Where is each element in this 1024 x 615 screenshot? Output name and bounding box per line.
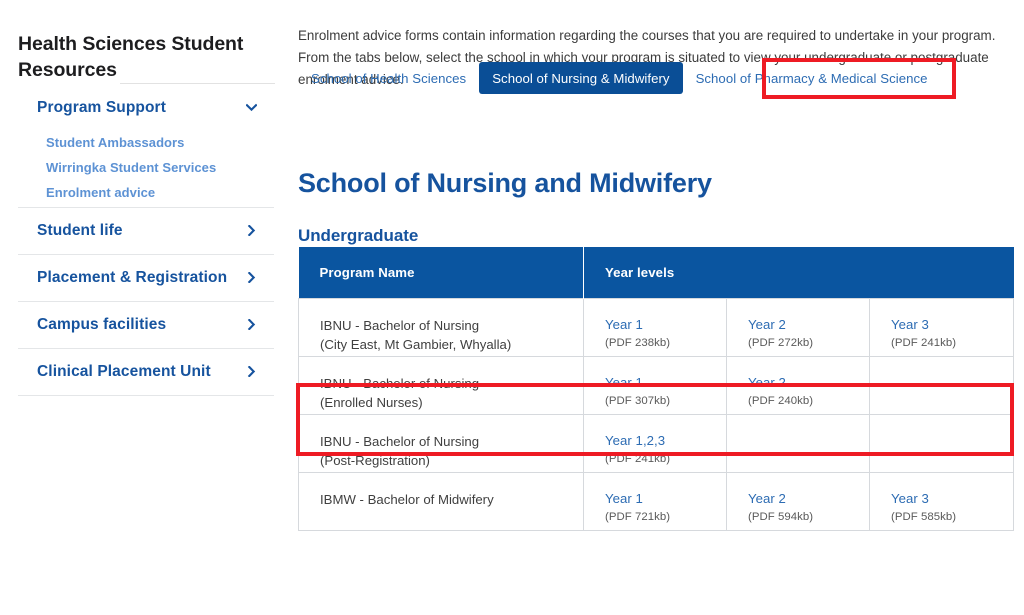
table-row: IBNU - Bachelor of Nursing (City East, M…: [298, 298, 1014, 357]
program-name-line2: (City East, Mt Gambier, Whyalla): [320, 337, 512, 353]
program-name-line2: (Post-Registration): [320, 453, 430, 469]
sidebar-item-placement-registration[interactable]: Placement & Registration: [18, 254, 274, 301]
sidebar-item-wirringka-student-services[interactable]: Wirringka Student Services: [18, 155, 274, 180]
table-row: IBMW - Bachelor of Midwifery Year 1 (PDF…: [298, 472, 1014, 531]
sidebar-item-label: Student life: [37, 222, 123, 239]
cell-year-1: Year 1 (PDF 238kb): [583, 298, 727, 357]
year-link[interactable]: Year 1: [605, 316, 726, 334]
tab-school-of-pharmacy-medical-science[interactable]: School of Pharmacy & Medical Science: [683, 62, 941, 94]
tab-label: School of Health Sciences: [311, 70, 467, 86]
school-tabs: School of Health Sciences School of Nurs…: [298, 62, 941, 94]
tab-label: School of Nursing & Midwifery: [492, 70, 670, 86]
cell-program-name: IBNU - Bachelor of Nursing (Enrolled Nur…: [298, 356, 584, 415]
sidebar-item-student-ambassadors[interactable]: Student Ambassadors: [18, 130, 274, 155]
year-link[interactable]: Year 3: [891, 490, 1013, 508]
sidebar-item-clinical-placement-unit[interactable]: Clinical Placement Unit: [18, 348, 274, 395]
cell-year-1: Year 1 (PDF 721kb): [583, 472, 727, 531]
sidebar-item-student-life[interactable]: Student life: [18, 207, 274, 254]
column-header-year-levels: Year levels: [583, 247, 1014, 299]
cell-year-2: Year 2 (PDF 594kb): [726, 472, 870, 531]
program-name-line1: IBMW - Bachelor of Midwifery: [320, 492, 494, 507]
table-row: IBNU - Bachelor of Nursing (Enrolled Nur…: [298, 356, 1014, 415]
sidebar-item-program-support[interactable]: Program Support: [18, 84, 274, 131]
table-header-row: Program Name Year levels: [298, 247, 1014, 299]
tab-label: School of Pharmacy & Medical Science: [695, 70, 928, 86]
sidebar-item-label: Program Support: [37, 98, 166, 116]
cell-year-3: Year 3 (PDF 585kb): [869, 472, 1014, 531]
column-header-program-name: Program Name: [298, 247, 584, 299]
cell-year-3-empty: [869, 414, 1014, 473]
year-link[interactable]: Year 2: [748, 316, 869, 334]
sidebar-subitem-label: Student Ambassadors: [46, 135, 185, 150]
cell-year-2: Year 2 (PDF 272kb): [726, 298, 870, 357]
program-name-line2: (Enrolled Nurses): [320, 395, 423, 411]
sidebar-item-label: Clinical Placement Unit: [37, 363, 211, 380]
sidebar-item-label: Placement & Registration: [37, 269, 228, 286]
chevron-right-icon[interactable]: [246, 272, 257, 283]
cell-year-2: Year 2 (PDF 240kb): [726, 356, 870, 415]
sidebar-item-program-support-group: Program Support: [18, 84, 274, 131]
year-link[interactable]: Year 1,2,3: [605, 432, 726, 450]
year-file-size: (PDF 307kb): [605, 394, 671, 407]
year-file-size: (PDF 721kb): [605, 510, 671, 523]
sidebar: Health Sciences Student Resources Progra…: [0, 0, 292, 615]
cell-program-name: IBMW - Bachelor of Midwifery: [298, 472, 584, 531]
year-link[interactable]: Year 3: [891, 316, 1013, 334]
cell-year-1: Year 1 (PDF 307kb): [583, 356, 727, 415]
chevron-down-icon[interactable]: [246, 102, 257, 113]
sidebar-item-enrolment-advice[interactable]: Enrolment advice: [18, 180, 274, 205]
tab-school-of-nursing-midwifery[interactable]: School of Nursing & Midwifery: [479, 62, 683, 94]
sidebar-bottom-divider: [18, 395, 274, 396]
sidebar-collapsed-items: Student life Placement & Registration Ca…: [18, 207, 274, 396]
year-file-size: (PDF 241kb): [605, 452, 671, 465]
sidebar-subitem-label: Enrolment advice: [46, 185, 156, 200]
sidebar-subnav: Student Ambassadors Wirringka Student Se…: [18, 130, 274, 205]
cell-program-name: IBNU - Bachelor of Nursing (City East, M…: [298, 298, 584, 357]
sidebar-item-campus-facilities[interactable]: Campus facilities: [18, 301, 274, 348]
table-row: IBNU - Bachelor of Nursing (Post-Registr…: [298, 414, 1014, 473]
sidebar-title: Health Sciences Student Resources: [18, 33, 244, 81]
year-file-size: (PDF 585kb): [891, 510, 957, 523]
cell-program-name: IBNU - Bachelor of Nursing (Post-Registr…: [298, 414, 584, 473]
cell-year-2-empty: [726, 414, 870, 473]
chevron-right-icon[interactable]: [246, 366, 257, 377]
year-link[interactable]: Year 1: [605, 374, 726, 392]
year-file-size: (PDF 241kb): [891, 336, 957, 349]
program-name-line1: IBNU - Bachelor of Nursing: [320, 434, 480, 449]
year-file-size: (PDF 238kb): [605, 336, 671, 349]
year-link[interactable]: Year 2: [748, 374, 869, 392]
main-content: Enrolment advice forms contain informati…: [292, 0, 1024, 615]
cell-year-3: Year 3 (PDF 241kb): [869, 298, 1014, 357]
program-name-line1: IBNU - Bachelor of Nursing: [320, 318, 480, 333]
chevron-right-icon[interactable]: [246, 225, 257, 236]
section-title-undergraduate: Undergraduate: [298, 226, 419, 246]
cell-year-3-empty: [869, 356, 1014, 415]
year-file-size: (PDF 594kb): [748, 510, 814, 523]
sidebar-subitem-label: Wirringka Student Services: [46, 160, 217, 175]
year-link[interactable]: Year 1: [605, 490, 726, 508]
year-link[interactable]: Year 2: [748, 490, 869, 508]
page-title: School of Nursing and Midwifery: [298, 168, 712, 199]
sidebar-item-label: Campus facilities: [37, 316, 167, 333]
cell-year-1: Year 1,2,3 (PDF 241kb): [583, 414, 727, 473]
year-file-size: (PDF 272kb): [748, 336, 814, 349]
tab-school-of-health-sciences[interactable]: School of Health Sciences: [298, 62, 479, 94]
chevron-right-icon[interactable]: [246, 319, 257, 330]
year-file-size: (PDF 240kb): [748, 394, 814, 407]
programs-table: Program Name Year levels IBNU - Bachelor…: [298, 247, 1014, 531]
program-name-line1: IBNU - Bachelor of Nursing: [320, 376, 480, 391]
